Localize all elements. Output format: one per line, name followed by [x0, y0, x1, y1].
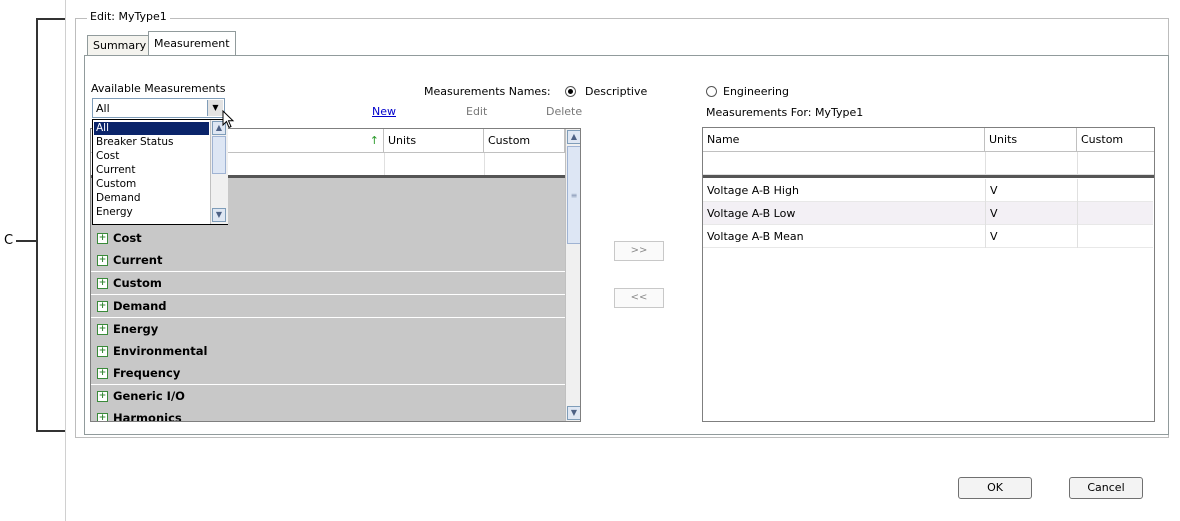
filter-row[interactable] [703, 152, 1154, 175]
dropdown-option[interactable]: Current [94, 164, 209, 177]
vertical-scrollbar[interactable]: ▲ ≡ ▼ [565, 129, 580, 421]
scroll-up-icon[interactable]: ▲ [567, 130, 580, 144]
dropdown-option[interactable]: Demand [94, 192, 209, 205]
category-label: Environmental [113, 344, 208, 358]
expand-icon[interactable]: + [97, 413, 108, 421]
cell-units: V [985, 179, 1077, 202]
edit-link[interactable]: Edit [466, 105, 487, 118]
measurement-filter-dropdown[interactable]: All Breaker Status Cost Current Custom D… [92, 119, 228, 225]
expand-icon[interactable]: + [97, 391, 108, 402]
category-row[interactable]: + Demand [91, 295, 565, 317]
category-label: Current [113, 253, 163, 267]
dropdown-option[interactable]: All [94, 122, 209, 135]
engineering-label: Engineering [723, 85, 789, 98]
category-label: Harmonics [113, 411, 182, 422]
page-divider [65, 0, 66, 521]
table-row[interactable]: Voltage A-B High V [703, 179, 1153, 202]
cell-name: Voltage A-B High [707, 184, 799, 197]
tab-measurement[interactable]: Measurement [148, 31, 236, 56]
dropdown-scrollbar[interactable]: ▲ ▼ [210, 120, 228, 224]
dropdown-option[interactable]: Energy [94, 206, 209, 219]
category-label: Generic I/O [113, 389, 185, 403]
ok-button[interactable]: OK [958, 477, 1032, 499]
expand-icon[interactable]: + [97, 346, 108, 357]
new-link[interactable]: New [372, 105, 396, 118]
dropdown-option[interactable]: Custom [94, 178, 209, 191]
expand-icon[interactable]: + [97, 233, 108, 244]
expand-icon[interactable]: + [97, 368, 108, 379]
category-row[interactable]: + Cost [91, 227, 565, 249]
groupbox-title: Edit: MyType1 [87, 10, 170, 23]
chevron-down-icon[interactable]: ▼ [207, 100, 223, 116]
annotation-tick [16, 240, 36, 242]
scrollbar-thumb[interactable]: ≡ [567, 146, 580, 244]
cell-name: Voltage A-B Mean [707, 230, 804, 243]
expand-icon[interactable]: + [97, 324, 108, 335]
expand-icon[interactable]: + [97, 278, 108, 289]
dropdown-option[interactable]: Cost [94, 150, 209, 163]
cell-custom [1077, 202, 1154, 225]
assigned-measurements-label: Measurements For: MyType1 [706, 106, 864, 119]
column-header-custom[interactable]: Custom [484, 129, 565, 153]
annotation-label: C [4, 233, 14, 248]
cell-units: V [985, 225, 1077, 248]
category-label: Demand [113, 299, 167, 313]
scroll-down-icon[interactable]: ▼ [212, 208, 226, 222]
category-row[interactable]: + Energy [91, 318, 565, 340]
scroll-down-icon[interactable]: ▼ [567, 406, 580, 420]
descriptive-label: Descriptive [585, 85, 648, 98]
category-label: Frequency [113, 366, 181, 380]
category-row[interactable]: + Frequency [91, 362, 565, 384]
category-label: Custom [113, 276, 162, 290]
category-row[interactable]: + Current [91, 249, 565, 271]
delete-link[interactable]: Delete [546, 105, 582, 118]
category-row[interactable]: + Environmental [91, 340, 565, 362]
descriptive-radio[interactable] [565, 84, 576, 97]
mouse-cursor-icon [222, 110, 235, 129]
column-header-name[interactable]: Name [703, 128, 985, 152]
tab-summary[interactable]: Summary [87, 35, 153, 56]
category-row[interactable]: + Custom [91, 272, 565, 294]
expand-icon[interactable]: + [97, 255, 108, 266]
category-label: Cost [113, 231, 142, 245]
table-row[interactable]: Voltage A-B Low V [703, 202, 1153, 225]
add-measurement-button[interactable]: >> [614, 241, 664, 261]
column-header-units[interactable]: Units [985, 128, 1077, 152]
cell-units: V [985, 202, 1077, 225]
column-header-custom[interactable]: Custom [1077, 128, 1154, 152]
available-measurements-label: Available Measurements [91, 82, 226, 95]
engineering-radio[interactable] [706, 84, 717, 97]
cell-custom [1077, 179, 1154, 202]
scrollbar-thumb[interactable] [212, 136, 226, 174]
cell-name: Voltage A-B Low [707, 207, 796, 220]
annotation-bracket [36, 18, 66, 432]
table-row[interactable]: Voltage A-B Mean V [703, 225, 1153, 248]
measurement-filter-combo[interactable]: All ▼ [92, 98, 225, 118]
category-label: Energy [113, 322, 159, 336]
combo-value: All [96, 102, 110, 115]
names-mode-label: Measurements Names: [424, 85, 551, 98]
cancel-button[interactable]: Cancel [1069, 477, 1143, 499]
header-separator [703, 175, 1154, 178]
column-header-units[interactable]: Units [384, 129, 484, 153]
cell-custom [1077, 225, 1154, 248]
remove-measurement-button[interactable]: << [614, 288, 664, 308]
category-row[interactable]: + Generic I/O [91, 385, 565, 407]
expand-icon[interactable]: + [97, 301, 108, 312]
category-row[interactable]: + Harmonics [91, 407, 565, 422]
assigned-measurements-table: Name Units Custom Voltage A-B High V Vol… [702, 127, 1155, 422]
dropdown-option[interactable]: Breaker Status [94, 136, 209, 149]
